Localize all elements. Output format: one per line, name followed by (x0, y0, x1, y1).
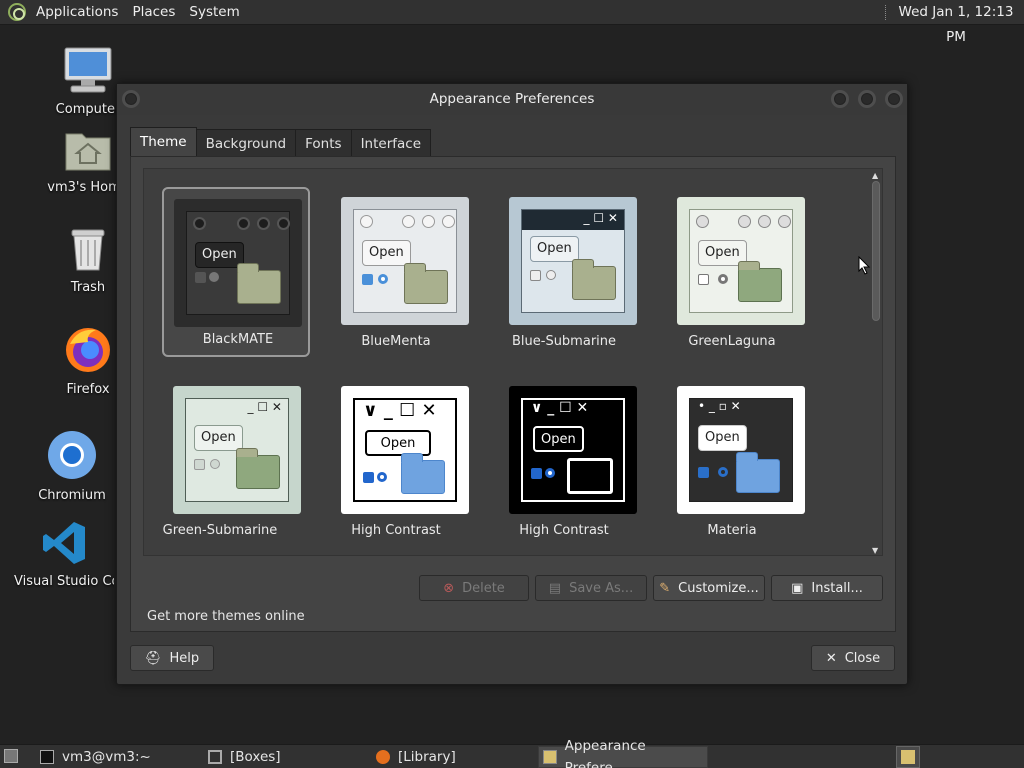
theme-preview: Open (174, 199, 302, 327)
theme-name: High Contrast (519, 523, 609, 538)
theme-preview: • _ ▫ ✕ Open (677, 386, 805, 514)
theme-preview: _ ☐ ✕ Open (509, 197, 637, 325)
home-folder-icon (65, 133, 111, 171)
bottom-panel: vm3@vm3:~ [Boxes] [Library] Appearance P… (0, 738, 1024, 768)
theme-item-green-submarine[interactable]: _ ☐ ✕ Open Green-Submarine (154, 376, 302, 546)
theme-item-blackmate[interactable]: Open BlackMATE (162, 187, 310, 357)
window-menu-icon[interactable] (122, 90, 140, 108)
vscode-icon (43, 522, 85, 564)
delete-button[interactable]: ⊗ Delete (419, 575, 529, 601)
tab-bar: Theme Background Fonts Interface (130, 126, 432, 157)
delete-icon: ⊗ (443, 580, 455, 596)
theme-preview: Open (677, 197, 805, 325)
theme-name: Materia (707, 523, 757, 538)
theme-preview: ∨ _ ☐ ✕ Open (509, 386, 637, 514)
install-icon: ▣ (791, 580, 804, 596)
help-label: Help (169, 650, 200, 666)
scroll-down-icon[interactable]: ▼ (872, 546, 878, 555)
computer-icon (64, 47, 112, 93)
desktop-icon-label: Visual Studio Code (14, 574, 114, 589)
minimize-icon[interactable] (831, 90, 849, 108)
task-label: Appearance Prefere... (564, 738, 646, 768)
task-boxes[interactable]: [Boxes] (204, 746, 364, 768)
customize-label: Customize... (678, 580, 759, 596)
scrollbar-thumb[interactable] (872, 181, 880, 321)
chromium-icon (48, 431, 96, 479)
close-button[interactable]: ✕ Close (811, 645, 895, 671)
trash-icon (71, 229, 105, 271)
theme-preview: Open (341, 197, 469, 325)
tab-interface[interactable]: Interface (350, 129, 432, 157)
get-more-themes-link[interactable]: Get more themes online (147, 609, 305, 624)
task-label: vm3@vm3:~ (62, 749, 151, 765)
theme-item-materia[interactable]: • _ ▫ ✕ Open Materia (658, 376, 806, 546)
theme-item-high-contrast-inverse[interactable]: ∨ _ ☐ ✕ Open High Contrast (490, 376, 638, 546)
maximize-icon[interactable] (858, 90, 876, 108)
theme-item-blue-submarine[interactable]: _ ☐ ✕ Open Blue-Submarine (490, 187, 638, 357)
save-icon: ▤ (548, 580, 562, 596)
save-as-button[interactable]: ▤ Save As... (535, 575, 647, 601)
customize-icon: ✎ (659, 580, 671, 596)
task-label: [Library] (398, 749, 456, 765)
theme-item-greenlaguna[interactable]: Open GreenLaguna (658, 187, 806, 357)
appearance-preferences-window: Appearance Preferences Theme Background … (116, 83, 908, 685)
help-icon: ⛑ (144, 650, 162, 666)
close-label: Close (844, 650, 881, 666)
title-bar[interactable]: Appearance Preferences (117, 84, 907, 115)
theme-list: Open BlackMATE Open BlueMenta _ ☐ ✕ Open… (143, 168, 883, 556)
theme-name: BlueMenta (361, 334, 431, 349)
boxes-icon (208, 750, 222, 764)
customize-button[interactable]: ✎ Customize... (653, 575, 765, 601)
menu-applications[interactable]: Applications (29, 0, 125, 25)
show-desktop-icon[interactable] (4, 749, 18, 763)
workspace-window-icon (901, 750, 915, 764)
task-label: [Boxes] (230, 749, 281, 765)
tab-background[interactable]: Background (195, 129, 297, 157)
appearance-icon (543, 750, 557, 764)
install-button[interactable]: ▣ Install... (771, 575, 883, 601)
tab-fonts[interactable]: Fonts (295, 129, 352, 157)
clock[interactable]: Wed Jan 1, 12:13 PM (892, 0, 1020, 50)
terminal-icon (40, 750, 54, 764)
theme-name: High Contrast (351, 523, 441, 538)
desktop-icon-vscode[interactable]: Visual Studio Code (14, 520, 114, 589)
theme-item-bluementa[interactable]: Open BlueMenta (322, 187, 470, 357)
workspace-switcher[interactable] (896, 746, 920, 768)
delete-label: Delete (462, 580, 505, 596)
mouse-pointer-icon (858, 256, 871, 275)
save-as-label: Save As... (569, 580, 634, 596)
theme-name: GreenLaguna (688, 334, 776, 349)
menu-system[interactable]: System (182, 0, 246, 25)
install-label: Install... (811, 580, 863, 596)
task-appearance-preferences[interactable]: Appearance Prefere... (538, 738, 708, 768)
close-window-icon[interactable] (885, 90, 903, 108)
firefox-icon (66, 328, 110, 372)
desktop-icon-chromium[interactable]: Chromium (22, 430, 122, 503)
tab-theme[interactable]: Theme (130, 127, 197, 157)
menu-places[interactable]: Places (125, 0, 182, 25)
theme-pane: Open BlackMATE Open BlueMenta _ ☐ ✕ Open… (130, 156, 896, 632)
theme-preview: ∨ _ ☐ ✕ Open (341, 386, 469, 514)
theme-list-scrollbar[interactable]: ▲ ▼ (870, 169, 882, 555)
desktop-icon-label: Chromium (38, 488, 106, 503)
theme-item-high-contrast[interactable]: ∨ _ ☐ ✕ Open High Contrast (322, 376, 470, 546)
panel-separator (885, 5, 887, 20)
theme-name: BlackMATE (202, 332, 274, 347)
task-terminal[interactable]: vm3@vm3:~ (36, 746, 196, 768)
theme-name: Green-Submarine (162, 523, 278, 538)
help-button[interactable]: ⛑ Help (130, 645, 214, 671)
scroll-up-icon[interactable]: ▲ (872, 171, 878, 180)
theme-name: Blue-Submarine (511, 334, 617, 349)
theme-preview: _ ☐ ✕ Open (173, 386, 301, 514)
window-title: Appearance Preferences (429, 91, 595, 107)
mate-logo-icon[interactable] (8, 3, 26, 21)
top-panel: Applications Places System Wed Jan 1, 12… (0, 0, 1024, 45)
task-library[interactable]: [Library] (372, 746, 532, 768)
firefox-icon (376, 750, 390, 764)
close-icon: ✕ (825, 650, 837, 666)
